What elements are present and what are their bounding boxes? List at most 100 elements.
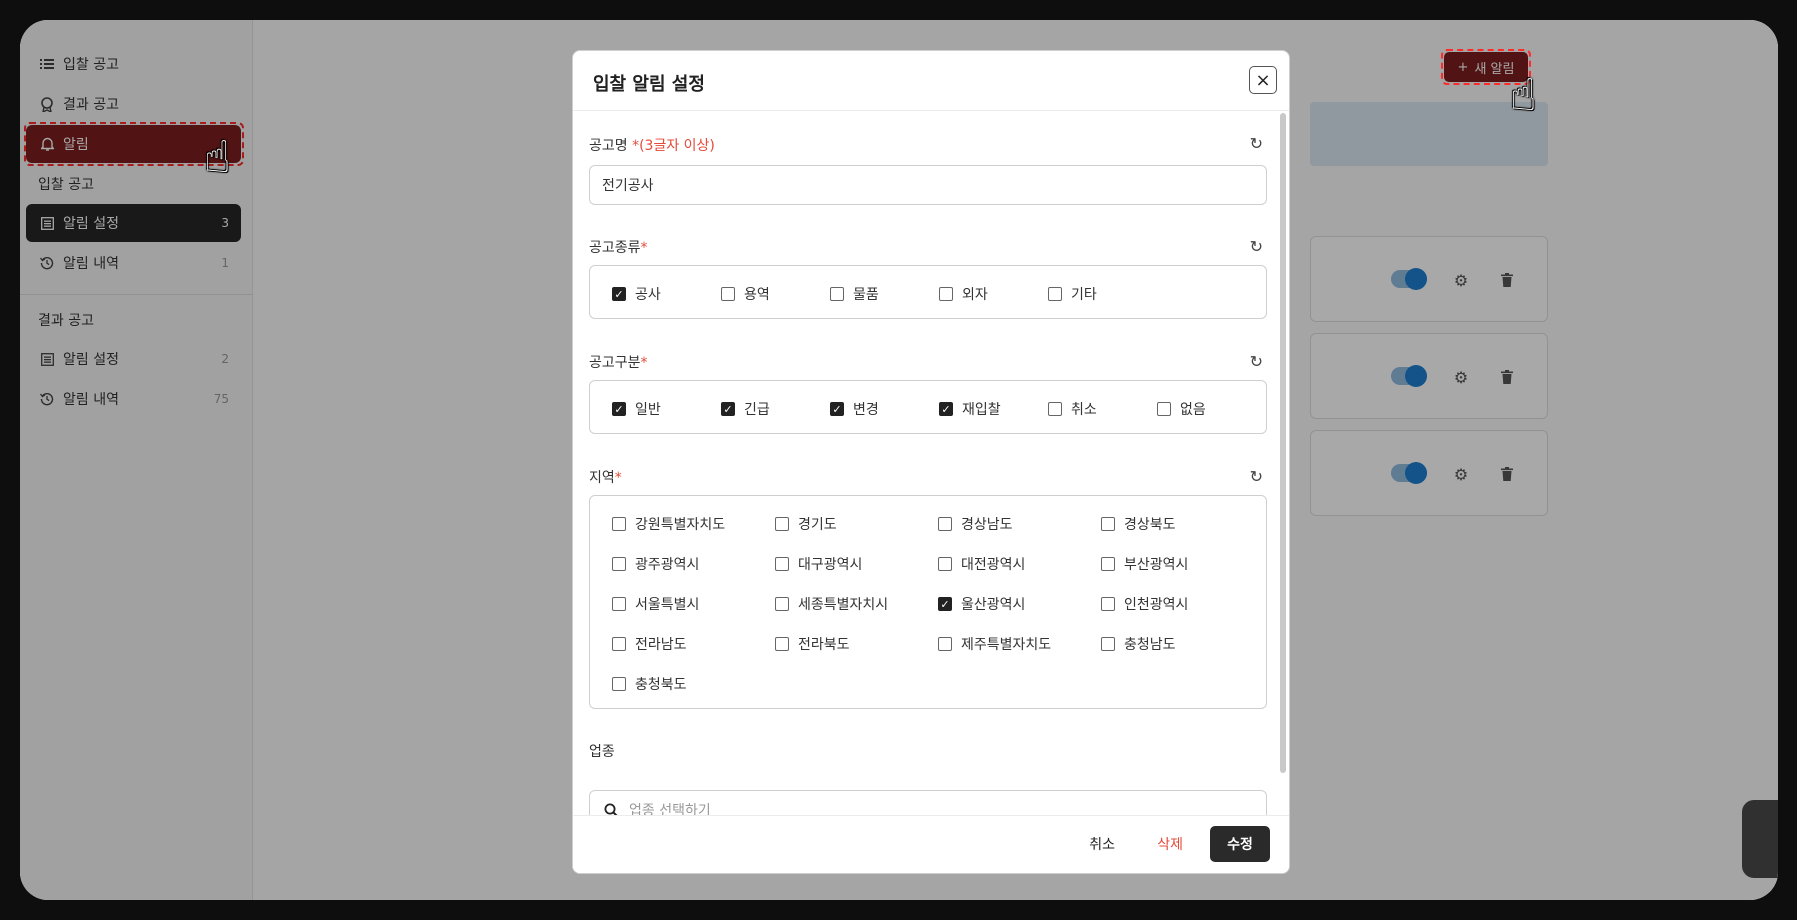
checkbox-unchecked[interactable] (775, 597, 789, 611)
type-option[interactable]: 물품 (830, 284, 879, 304)
checkbox-label: 광주광역시 (635, 557, 700, 573)
checkbox-unchecked[interactable] (612, 557, 626, 571)
checkbox-label: 기타 (1071, 287, 1097, 303)
checkbox-checked[interactable]: ✓ (939, 402, 953, 416)
checkbox-checked[interactable]: ✓ (721, 402, 735, 416)
checkbox-unchecked[interactable] (1157, 402, 1171, 416)
label-text: 공고구분 (589, 355, 641, 371)
region-option[interactable]: 경상남도 (938, 514, 1013, 534)
checkbox-unchecked[interactable] (775, 637, 789, 651)
modal-scrollbar[interactable] (1280, 113, 1286, 773)
region-option[interactable]: 부산광역시 (1101, 554, 1188, 574)
pointer-hand-icon: ☝ (204, 132, 231, 183)
region-option[interactable]: 충청남도 (1101, 634, 1176, 654)
industry-field-label: 업종 (589, 744, 615, 760)
notice-name-input[interactable]: 전기공사 (589, 165, 1267, 205)
label-text: 공고명 (589, 138, 628, 154)
region-option[interactable]: 전라남도 (612, 634, 687, 654)
region-option[interactable]: 제주특별자치도 (938, 634, 1051, 654)
region-option[interactable]: 강원특별자치도 (612, 514, 725, 534)
alarm-settings-modal: 입찰 알림 설정 × 공고명 *(3글자 이상) ↻ 전기공사 공고종류* ↻ … (572, 50, 1290, 874)
checkbox-unchecked[interactable] (939, 287, 953, 301)
modal-header: 입찰 알림 설정 × (573, 51, 1289, 111)
region-option[interactable]: 인천광역시 (1101, 594, 1188, 614)
type-field-label: 공고종류* (589, 237, 648, 257)
region-option[interactable]: 대전광역시 (938, 554, 1025, 574)
delete-button[interactable]: 삭제 (1157, 834, 1183, 854)
checkbox-checked[interactable]: ✓ (612, 402, 626, 416)
checkbox-label: 대구광역시 (798, 557, 863, 573)
category-option[interactable]: 취소 (1048, 399, 1097, 419)
checkbox-label: 경상북도 (1124, 517, 1176, 533)
refresh-icon[interactable]: ↻ (1250, 352, 1263, 371)
category-option[interactable]: ✓ 재입찰 (939, 399, 1001, 419)
cancel-button[interactable]: 취소 (1089, 834, 1115, 854)
pointer-hand-icon: ☝ (1510, 70, 1537, 121)
checkbox-label: 변경 (853, 402, 879, 418)
category-option[interactable]: ✓ 일반 (612, 399, 661, 419)
checkbox-label: 서울특별시 (635, 597, 700, 613)
region-option[interactable]: 경상북도 (1101, 514, 1176, 534)
checkbox-unchecked[interactable] (612, 677, 626, 691)
region-option[interactable]: 전라북도 (775, 634, 850, 654)
checkbox-unchecked[interactable] (775, 557, 789, 571)
category-option[interactable]: ✓ 변경 (830, 399, 879, 419)
checkbox-unchecked[interactable] (721, 287, 735, 301)
checkbox-checked[interactable]: ✓ (612, 287, 626, 301)
required-mark: * (614, 470, 622, 486)
required-mark: * (640, 355, 648, 371)
checkbox-unchecked[interactable] (775, 517, 789, 531)
checkbox-unchecked[interactable] (938, 517, 952, 531)
checkbox-label: 일반 (635, 402, 661, 418)
refresh-icon[interactable]: ↻ (1250, 237, 1263, 256)
checkbox-unchecked[interactable] (1101, 637, 1115, 651)
region-option[interactable]: 서울특별시 (612, 594, 699, 614)
checkbox-unchecked[interactable] (1048, 287, 1062, 301)
checkbox-label: 제주특별자치도 (961, 637, 1052, 653)
modal-footer: 취소 삭제 수정 (573, 815, 1289, 873)
category-option[interactable]: 없음 (1157, 399, 1206, 419)
checkbox-label: 부산광역시 (1124, 557, 1189, 573)
checkbox-label: 경상남도 (961, 517, 1013, 533)
region-option[interactable]: 광주광역시 (612, 554, 699, 574)
checkbox-unchecked[interactable] (1101, 517, 1115, 531)
category-field-label: 공고구분* (589, 352, 648, 372)
required-mark: * (640, 240, 648, 256)
checkbox-label: 취소 (1071, 402, 1097, 418)
region-option[interactable]: ✓ 울산광역시 (938, 594, 1025, 614)
close-button[interactable]: × (1249, 66, 1277, 94)
checkbox-unchecked[interactable] (1101, 557, 1115, 571)
checkbox-checked[interactable]: ✓ (830, 402, 844, 416)
checkbox-label: 울산광역시 (961, 597, 1026, 613)
region-option[interactable]: 경기도 (775, 514, 837, 534)
region-option[interactable]: 대구광역시 (775, 554, 862, 574)
checkbox-label: 없음 (1180, 402, 1206, 418)
checkbox-unchecked[interactable] (612, 597, 626, 611)
refresh-icon[interactable]: ↻ (1250, 467, 1263, 486)
type-option[interactable]: 외자 (939, 284, 988, 304)
checkbox-unchecked[interactable] (938, 637, 952, 651)
checkbox-label: 용역 (744, 287, 770, 303)
category-option[interactable]: ✓ 긴급 (721, 399, 770, 419)
label-text: 지역 (589, 470, 615, 486)
submit-button[interactable]: 수정 (1210, 826, 1270, 862)
checkbox-unchecked[interactable] (612, 637, 626, 651)
region-option[interactable]: 세종특별자치시 (775, 594, 888, 614)
checkbox-unchecked[interactable] (612, 517, 626, 531)
checkbox-label: 전라북도 (798, 637, 850, 653)
refresh-icon[interactable]: ↻ (1250, 134, 1263, 153)
region-option[interactable]: 충청북도 (612, 674, 687, 694)
checkbox-unchecked[interactable] (1101, 597, 1115, 611)
type-option[interactable]: ✓ 공사 (612, 284, 661, 304)
checkbox-unchecked[interactable] (1048, 402, 1062, 416)
label-text: 공고종류 (589, 240, 641, 256)
type-checkbox-group (589, 265, 1267, 319)
type-option[interactable]: 용역 (721, 284, 770, 304)
checkbox-label: 물품 (853, 287, 879, 303)
checkbox-unchecked[interactable] (938, 557, 952, 571)
checkbox-checked[interactable]: ✓ (938, 597, 952, 611)
checkbox-label: 경기도 (798, 517, 837, 533)
checkbox-label: 긴급 (744, 402, 770, 418)
type-option[interactable]: 기타 (1048, 284, 1097, 304)
checkbox-unchecked[interactable] (830, 287, 844, 301)
